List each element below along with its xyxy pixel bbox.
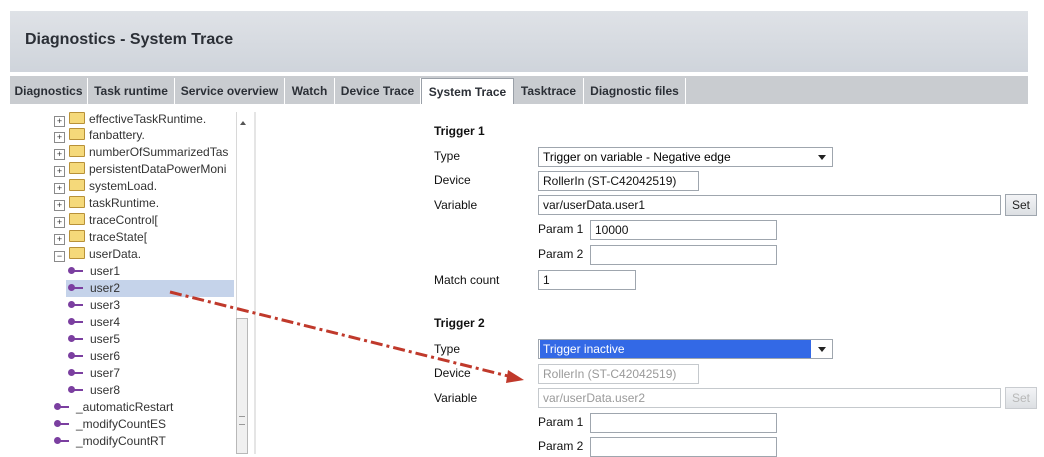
folder-icon bbox=[69, 112, 85, 124]
trigger2-param1-label: Param 1 bbox=[538, 415, 584, 429]
trigger2-param2-field[interactable] bbox=[590, 437, 777, 457]
tree-item-variable[interactable]: user5 bbox=[68, 331, 120, 348]
trigger1-match-label: Match count bbox=[434, 273, 500, 287]
tab-system-trace[interactable]: System Trace bbox=[421, 78, 514, 104]
variable-icon bbox=[54, 436, 72, 446]
tab-diagnostic-files[interactable]: Diagnostic files bbox=[584, 78, 686, 104]
tab-task-runtime[interactable]: Task runtime bbox=[88, 78, 175, 104]
variable-icon bbox=[54, 402, 72, 412]
title-bar: Diagnostics - System Trace bbox=[10, 11, 1028, 72]
variable-icon bbox=[68, 300, 86, 310]
tab-watch[interactable]: Watch bbox=[285, 78, 335, 104]
tab-diagnostics[interactable]: Diagnostics bbox=[10, 78, 88, 104]
tree-item-variable[interactable]: user1 bbox=[68, 263, 120, 280]
trigger2-set-button[interactable]: Set bbox=[1005, 387, 1037, 409]
scroll-thumb[interactable] bbox=[236, 318, 248, 454]
tree-item-variable[interactable]: user7 bbox=[68, 365, 120, 382]
tree-item-folder[interactable]: + systemLoad. bbox=[54, 178, 157, 195]
trigger1-type-label: Type bbox=[434, 149, 461, 163]
panel-splitter[interactable] bbox=[254, 112, 256, 454]
tree-item-folder[interactable]: + effectiveTaskRuntime. bbox=[54, 112, 206, 128]
chevron-down-icon bbox=[818, 155, 826, 160]
tree-item-folder[interactable]: + persistentDataPowerMoni bbox=[54, 161, 226, 178]
variable-tree: + effectiveTaskRuntime. + fanbattery. + num… bbox=[0, 112, 250, 454]
tree-item-variable[interactable]: user4 bbox=[68, 314, 120, 331]
trigger1-set-button[interactable]: Set bbox=[1005, 194, 1037, 216]
tab-service-overview[interactable]: Service overview bbox=[175, 78, 285, 104]
trigger1-heading: Trigger 1 bbox=[434, 124, 485, 138]
variable-icon bbox=[68, 351, 86, 361]
tree-item-folder[interactable]: + fanbattery. bbox=[54, 127, 145, 144]
trigger2-heading: Trigger 2 bbox=[434, 316, 485, 330]
trigger1-device-label: Device bbox=[434, 173, 471, 187]
folder-icon bbox=[69, 145, 85, 157]
variable-icon bbox=[54, 419, 72, 429]
collapse-icon[interactable]: − bbox=[54, 251, 65, 262]
variable-icon bbox=[68, 368, 86, 378]
tree-item-folder[interactable]: + traceControl[ bbox=[54, 212, 158, 229]
expand-icon[interactable]: + bbox=[54, 234, 65, 245]
expand-icon[interactable]: + bbox=[54, 217, 65, 228]
trigger1-param1-field[interactable]: 10000 bbox=[590, 220, 777, 240]
trigger2-param1-field[interactable] bbox=[590, 413, 777, 433]
folder-icon bbox=[69, 162, 85, 174]
tree-item-folder[interactable]: + taskRuntime. bbox=[54, 195, 159, 212]
expand-icon[interactable]: + bbox=[54, 200, 65, 211]
tree-item-variable-selected[interactable]: user2 bbox=[66, 280, 234, 297]
folder-icon bbox=[69, 230, 85, 242]
tree-item-folder[interactable]: − userData. bbox=[54, 246, 141, 263]
variable-icon bbox=[68, 385, 86, 395]
trigger1-param2-label: Param 2 bbox=[538, 247, 584, 261]
tree-item-variable[interactable]: user6 bbox=[68, 348, 120, 365]
trigger1-variable-label: Variable bbox=[434, 198, 478, 212]
expand-icon[interactable]: + bbox=[54, 166, 65, 177]
tree-item-folder[interactable]: + numberOfSummarizedTas bbox=[54, 144, 228, 161]
tree-item-variable[interactable]: user3 bbox=[68, 297, 120, 314]
tab-device-trace[interactable]: Device Trace bbox=[335, 78, 421, 104]
variable-icon bbox=[68, 283, 86, 293]
page-title: Diagnostics - System Trace bbox=[25, 31, 234, 48]
tree-item-variable[interactable]: _modifyCountES bbox=[54, 416, 166, 433]
tree-item-variable[interactable]: user8 bbox=[68, 382, 120, 399]
tree-item-variable[interactable]: _modifyCountRT bbox=[54, 433, 166, 450]
trigger1-type-select[interactable]: Trigger on variable - Negative edge bbox=[538, 147, 833, 167]
trigger1-match-field[interactable]: 1 bbox=[538, 270, 636, 290]
trigger2-variable-field[interactable]: var/userData.user2 bbox=[538, 388, 1001, 408]
trigger1-param1-label: Param 1 bbox=[538, 222, 584, 236]
variable-icon bbox=[68, 266, 86, 276]
expand-icon[interactable]: + bbox=[54, 149, 65, 160]
trigger2-device-field[interactable]: RollerIn (ST-C42042519) bbox=[538, 364, 699, 384]
trigger1-device-field[interactable]: RollerIn (ST-C42042519) bbox=[538, 171, 699, 191]
variable-icon bbox=[68, 317, 86, 327]
trigger1-param2-field[interactable] bbox=[590, 245, 777, 265]
folder-open-icon bbox=[69, 247, 85, 259]
variable-icon bbox=[68, 334, 86, 344]
tab-tasktrace[interactable]: Tasktrace bbox=[514, 78, 584, 104]
expand-icon[interactable]: + bbox=[54, 132, 65, 143]
arrow-head-icon bbox=[506, 370, 524, 383]
trigger2-variable-label: Variable bbox=[434, 391, 478, 405]
folder-icon bbox=[69, 196, 85, 208]
trigger1-variable-field[interactable]: var/userData.user1 bbox=[538, 195, 1001, 215]
chevron-down-icon bbox=[818, 347, 826, 352]
expand-icon[interactable]: + bbox=[54, 183, 65, 194]
tree-item-folder[interactable]: + traceState[ bbox=[54, 229, 147, 246]
tree-item-variable[interactable]: _automaticRestart bbox=[54, 399, 173, 416]
folder-icon bbox=[69, 213, 85, 225]
trigger2-type-select[interactable]: Trigger inactive bbox=[538, 339, 833, 359]
trigger2-type-label: Type bbox=[434, 342, 461, 356]
folder-icon bbox=[69, 179, 85, 191]
grip-icon bbox=[239, 416, 245, 425]
trigger2-param2-label: Param 2 bbox=[538, 439, 584, 453]
scroll-up-icon[interactable] bbox=[240, 121, 246, 125]
trigger2-device-label: Device bbox=[434, 366, 471, 380]
folder-icon bbox=[69, 128, 85, 140]
expand-icon[interactable]: + bbox=[54, 116, 65, 127]
